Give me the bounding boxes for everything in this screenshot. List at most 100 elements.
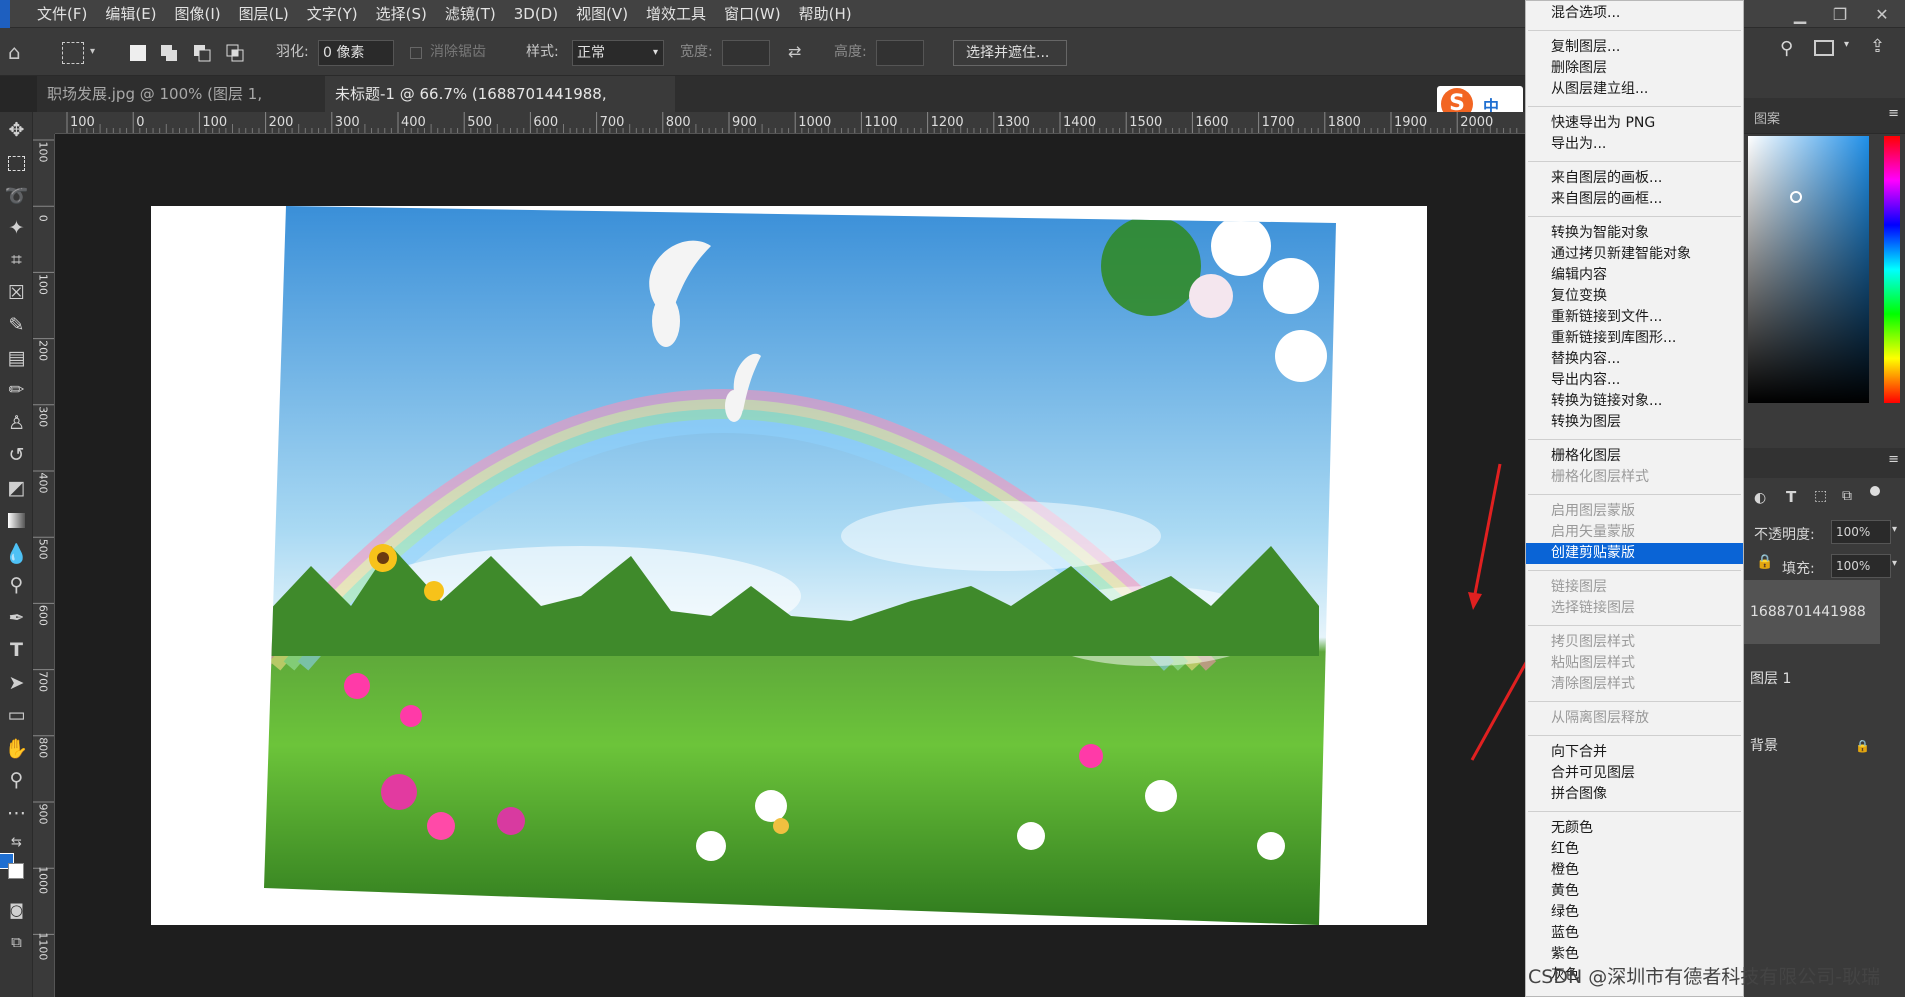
background-color-swatch[interactable] [8, 863, 24, 879]
panel-menu-icon[interactable]: ≡ [1888, 452, 1899, 467]
layer-row-1688701441988[interactable]: 1688701441988 [1744, 580, 1880, 644]
menu-4[interactable]: 文字(Y) [298, 0, 367, 28]
menu-0[interactable]: 文件(F) [28, 0, 96, 28]
move-tool-icon[interactable]: ✥ [2, 115, 31, 145]
subtract-selection-icon[interactable] [193, 44, 211, 62]
adjustment-filter-icon[interactable]: ◐ [1754, 490, 1766, 506]
context-menu-item[interactable]: 创建剪贴蒙版 [1526, 543, 1743, 564]
opacity-input[interactable]: 100% [1831, 520, 1891, 544]
context-menu-item[interactable]: 快速导出为 PNG [1526, 113, 1743, 134]
lasso-tool-icon[interactable]: ➰ [2, 180, 31, 210]
context-menu-item[interactable]: 橙色 [1526, 860, 1743, 881]
menu-2[interactable]: 图像(I) [166, 0, 230, 28]
blur-tool-icon[interactable]: 💧 [2, 538, 31, 568]
context-menu-item[interactable]: 转换为图层 [1526, 412, 1743, 433]
height-input[interactable] [876, 40, 924, 66]
context-menu-item[interactable]: 合并可见图层 [1526, 763, 1743, 784]
screen-mode-icon[interactable]: ⧉ [2, 927, 31, 957]
context-menu-item[interactable]: 导出内容... [1526, 370, 1743, 391]
brush-tool-icon[interactable]: ✏ [2, 375, 31, 405]
marquee-tool-icon[interactable] [62, 42, 84, 64]
zoom-tool-icon[interactable]: ⚲ [2, 765, 31, 795]
color-field[interactable] [1748, 136, 1869, 403]
menu-6[interactable]: 滤镜(T) [436, 0, 505, 28]
context-menu-item[interactable]: 从图层建立组... [1526, 79, 1743, 100]
context-menu-item[interactable]: 重新链接到文件... [1526, 307, 1743, 328]
shape-filter-icon[interactable]: ⬚ [1814, 488, 1827, 504]
add-selection-icon[interactable] [160, 44, 178, 62]
context-menu-item[interactable]: 转换为链接对象... [1526, 391, 1743, 412]
minimize-icon[interactable]: ▁ [1780, 0, 1820, 28]
restore-icon[interactable]: ❐ [1820, 0, 1860, 28]
lock-icon[interactable]: 🔒 [1756, 554, 1773, 570]
menu-9[interactable]: 增效工具 [637, 0, 715, 28]
context-menu-item[interactable]: 复位变换 [1526, 286, 1743, 307]
menu-8[interactable]: 视图(V) [567, 0, 637, 28]
context-menu-item[interactable]: 编辑内容 [1526, 265, 1743, 286]
marquee-tool-icon[interactable] [2, 148, 31, 178]
crop-tool-icon[interactable]: ⌗ [2, 245, 31, 275]
context-menu-item[interactable]: 栅格化图层 [1526, 446, 1743, 467]
path-selection-tool-icon[interactable]: ➤ [2, 668, 31, 698]
context-menu-item[interactable]: 无颜色 [1526, 818, 1743, 839]
layer-row-background[interactable]: 背景 🔒 [1744, 714, 1880, 778]
chevron-down-icon[interactable]: ▾ [1892, 558, 1897, 569]
close-icon[interactable]: ✕ [1862, 0, 1902, 28]
lock-icon[interactable]: 🔒 [1855, 714, 1870, 778]
context-menu-item[interactable]: 来自图层的画框... [1526, 189, 1743, 210]
tab-patterns[interactable]: 图案 [1754, 108, 1780, 127]
menu-1[interactable]: 编辑(E) [96, 0, 165, 28]
dodge-tool-icon[interactable]: ⚲ [2, 570, 31, 600]
search-icon[interactable]: ⚲ [1780, 38, 1793, 59]
context-menu-item[interactable]: 向下合并 [1526, 742, 1743, 763]
workspace-icon[interactable] [1814, 40, 1834, 56]
history-brush-tool-icon[interactable]: ↺ [2, 440, 31, 470]
tab-document-2[interactable]: 未标题-1 @ 66.7% (1688701441988, RGB/8#) * … [325, 76, 675, 139]
menu-10[interactable]: 窗口(W) [715, 0, 790, 28]
hand-tool-icon[interactable]: ✋ [2, 733, 31, 763]
eyedropper-tool-icon[interactable]: ✎ [2, 310, 31, 340]
context-menu-item[interactable]: 混合选项... [1526, 3, 1743, 24]
filter-toggle-icon[interactable] [1870, 486, 1880, 496]
hue-slider[interactable] [1884, 136, 1900, 403]
panel-menu-icon[interactable]: ≡ [1888, 106, 1899, 121]
context-menu-item[interactable]: 蓝色 [1526, 923, 1743, 944]
eraser-tool-icon[interactable]: ◩ [2, 473, 31, 503]
stamp-tool-icon[interactable]: ♙ [2, 408, 31, 438]
fill-input[interactable]: 100% [1831, 554, 1891, 578]
more-tools-icon[interactable]: ⋯ [2, 798, 31, 828]
canvas-area[interactable] [55, 134, 1527, 997]
context-menu-item[interactable]: 拼合图像 [1526, 784, 1743, 805]
style-select[interactable]: 正常 ▾ [572, 40, 664, 66]
tab-document-1[interactable]: 职场发展.jpg @ 100% (图层 1, RGB/8) ✕ [37, 76, 322, 139]
menu-11[interactable]: 帮助(H) [790, 0, 861, 28]
context-menu-item[interactable]: 导出为... [1526, 134, 1743, 155]
frame-tool-icon[interactable]: ☒ [2, 278, 31, 308]
home-icon[interactable]: ⌂ [8, 40, 21, 64]
smart-object-filter-icon[interactable]: ⧉ [1842, 488, 1852, 504]
color-picker-handle[interactable] [1790, 191, 1802, 203]
share-icon[interactable]: ⇪ [1870, 36, 1885, 57]
chevron-down-icon[interactable]: ▾ [1892, 524, 1897, 535]
context-menu-item[interactable]: 通过拷贝新建智能对象 [1526, 244, 1743, 265]
context-menu-item[interactable]: 红色 [1526, 839, 1743, 860]
new-selection-icon[interactable] [130, 45, 146, 61]
intersect-selection-icon[interactable] [226, 44, 244, 62]
magic-wand-tool-icon[interactable]: ✦ [2, 213, 31, 243]
menu-7[interactable]: 3D(D) [505, 0, 567, 28]
quick-mask-icon[interactable]: ◙ [2, 895, 31, 925]
menu-3[interactable]: 图层(L) [230, 0, 298, 28]
context-menu-item[interactable]: 来自图层的画板... [1526, 168, 1743, 189]
layer-row-layer-1[interactable]: 图层 1 [1744, 647, 1880, 711]
gradient-tool-icon[interactable] [2, 505, 31, 535]
healing-brush-tool-icon[interactable]: ▤ [2, 343, 31, 373]
type-filter-icon[interactable]: T [1786, 488, 1796, 506]
menu-5[interactable]: 选择(S) [367, 0, 436, 28]
select-and-mask-button[interactable]: 选择并遮住... [953, 40, 1067, 66]
context-menu-item[interactable]: 绿色 [1526, 902, 1743, 923]
chevron-down-icon[interactable]: ▾ [1844, 39, 1849, 50]
antialias-checkbox[interactable] [410, 47, 422, 59]
width-input[interactable] [722, 40, 770, 66]
context-menu-item[interactable]: 复制图层... [1526, 37, 1743, 58]
feather-input[interactable]: 0 像素 [318, 40, 394, 66]
